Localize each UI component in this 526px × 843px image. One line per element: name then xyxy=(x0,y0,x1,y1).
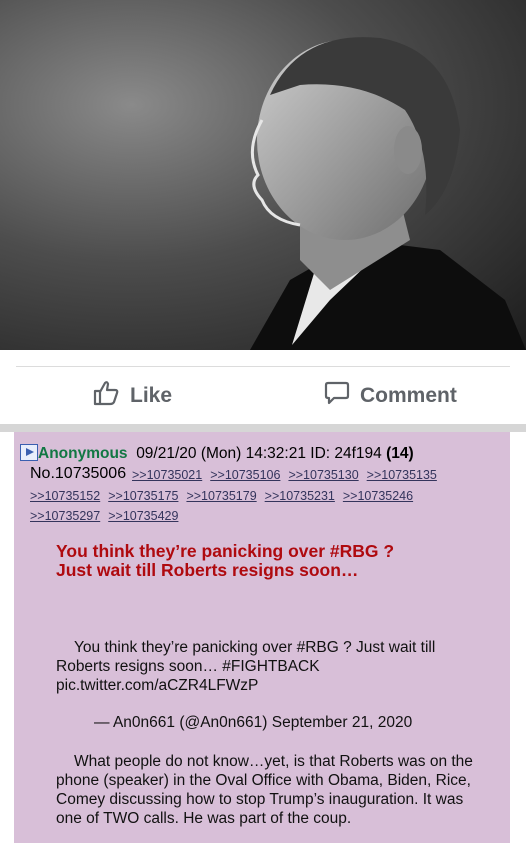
action-bar: Like Comment xyxy=(0,350,526,432)
portrait-photo xyxy=(0,0,526,350)
expand-arrow-icon[interactable] xyxy=(20,444,38,461)
backlink[interactable]: >>10735179 xyxy=(186,489,256,503)
headline-line: You think they’re panicking over #RBG ? xyxy=(56,541,395,561)
post-number[interactable]: No.10735006 xyxy=(30,464,126,485)
backlink[interactable]: >>10735135 xyxy=(367,468,437,482)
like-label: Like xyxy=(130,384,173,407)
comment-bubble-icon xyxy=(324,380,350,412)
post-datetime: 09/21/20 (Mon) 14:32:21 xyxy=(136,445,306,462)
post-header: Anonymous 09/21/20 (Mon) 14:32:21 ID: 24… xyxy=(20,444,504,464)
tweet-attribution: — An0n661 (@An0n661) September 21, 2020 xyxy=(94,714,413,731)
backlink[interactable]: >>10735231 xyxy=(265,489,335,503)
post-comment-text: What people do not know…yet, is that Rob… xyxy=(56,753,473,827)
headline-line: Just wait till Roberts resigns soon… xyxy=(56,560,359,580)
post-count: (14) xyxy=(386,445,414,462)
poster-id[interactable]: ID: 24f194 xyxy=(310,445,382,462)
divider xyxy=(16,366,510,367)
backlink[interactable]: >>10735175 xyxy=(108,489,178,503)
comment-button[interactable]: Comment xyxy=(324,378,457,414)
backlink[interactable]: >>10735130 xyxy=(288,468,358,482)
backlinks: No.10735006 >>10735021 >>10735106 >>107351… xyxy=(30,465,490,527)
tweet-text: You think they’re panicking over #RBG ? … xyxy=(56,639,436,694)
backlink[interactable]: >>10735106 xyxy=(210,468,280,482)
comment-label: Comment xyxy=(360,384,457,407)
backlink[interactable]: >>10735246 xyxy=(343,489,413,503)
backlink[interactable]: >>10735021 xyxy=(132,468,202,482)
like-button[interactable]: Like xyxy=(92,378,172,414)
thumbs-up-icon xyxy=(92,380,120,412)
backlink[interactable]: >>10735152 xyxy=(30,489,100,503)
post-headline: You think they’re panicking over #RBG ? … xyxy=(56,542,476,580)
backlink[interactable]: >>10735297 xyxy=(30,509,100,523)
section-divider xyxy=(0,424,526,432)
portrait-silhouette xyxy=(250,37,526,350)
poster-name: Anonymous xyxy=(38,445,128,462)
imageboard-post: Anonymous 09/21/20 (Mon) 14:32:21 ID: 24… xyxy=(14,432,510,843)
backlink[interactable]: >>10735429 xyxy=(108,509,178,523)
